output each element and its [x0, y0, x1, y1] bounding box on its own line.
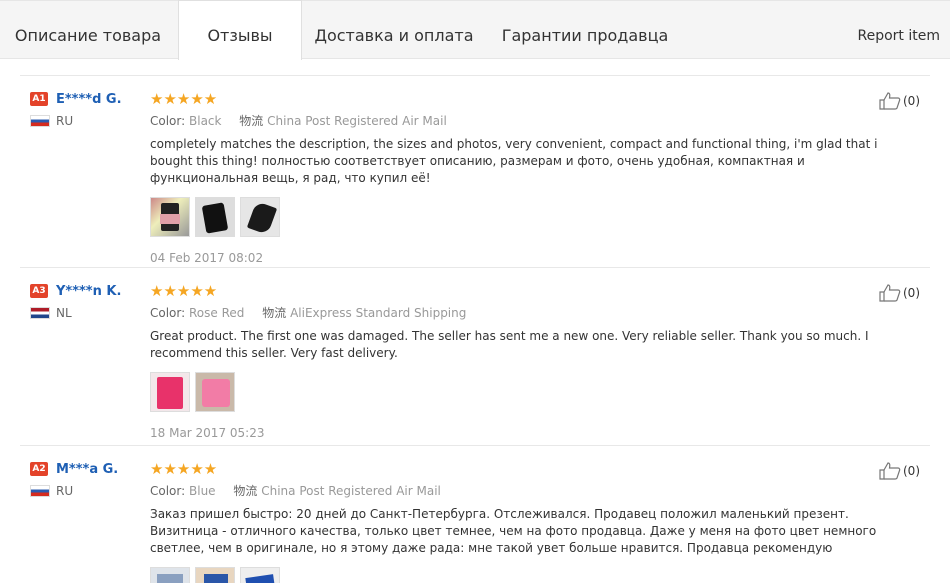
review-photo-thumbnail[interactable]	[150, 197, 190, 237]
reviewer-name[interactable]: E****d G.	[56, 92, 122, 107]
review-photo-thumbnail[interactable]	[150, 372, 190, 412]
color-value: Black	[189, 114, 222, 128]
shipping-label: 物流	[239, 114, 264, 128]
review-photo-thumbnail[interactable]	[195, 372, 235, 412]
review-photos	[150, 567, 890, 583]
review-text: completely matches the description, the …	[150, 137, 878, 185]
reviewer-country: RU	[56, 114, 74, 128]
review-photo-thumbnail[interactable]	[150, 567, 190, 583]
thumbs-up-icon	[879, 284, 901, 302]
report-item-link[interactable]: Report item	[858, 1, 941, 59]
color-label: Color:	[150, 484, 186, 498]
tab-shipping-payment[interactable]: Доставка и оплата	[304, 1, 484, 59]
helpful-count: (0)	[903, 464, 920, 478]
review-date: 04 Feb 2017 08:02	[150, 251, 264, 265]
reviewer-info: A2 M***a G. RU	[30, 460, 118, 498]
star-rating: ★★★★★	[150, 282, 218, 300]
helpful-count: (0)	[903, 286, 920, 300]
review-photo-thumbnail[interactable]	[240, 197, 280, 237]
star-rating: ★★★★★	[150, 90, 218, 108]
review-photo-thumbnail[interactable]	[195, 197, 235, 237]
review-text: Great product. The first one was damaged…	[150, 329, 869, 360]
reviewer-name[interactable]: Y****n K.	[56, 284, 121, 299]
review-photos	[150, 197, 890, 237]
review-item: A1 E****d G. RU ★★★★★ Color: Black 物流 Ch…	[20, 75, 930, 267]
review-photo-thumbnail[interactable]	[195, 567, 235, 583]
helpful-count: (0)	[903, 94, 920, 108]
flag-ru-icon	[30, 485, 50, 497]
tab-description[interactable]: Описание товара	[0, 1, 176, 59]
review-date: 18 Mar 2017 05:23	[150, 426, 265, 440]
review-photos	[150, 372, 890, 412]
helpful-button[interactable]: (0)	[879, 284, 920, 302]
color-value: Rose Red	[189, 306, 245, 320]
reviewer-name[interactable]: M***a G.	[56, 462, 118, 477]
tab-bar: Описание товара Отзывы Доставка и оплата…	[0, 0, 950, 60]
flag-ru-icon	[30, 115, 50, 127]
flag-nl-icon	[30, 307, 50, 319]
helpful-button[interactable]: (0)	[879, 462, 920, 480]
shipping-method: AliExpress Standard Shipping	[290, 306, 467, 320]
helpful-button[interactable]: (0)	[879, 92, 920, 110]
thumbs-up-icon	[879, 462, 901, 480]
reviewer-country: NL	[56, 306, 72, 320]
shipping-label: 物流	[262, 306, 287, 320]
buyer-level-badge: A2	[30, 462, 48, 476]
color-label: Color:	[150, 306, 186, 320]
review-item: A2 M***a G. RU ★★★★★ Color: Blue 物流 Chin…	[20, 445, 930, 583]
shipping-method: China Post Registered Air Mail	[261, 484, 441, 498]
color-label: Color:	[150, 114, 186, 128]
thumbs-up-icon	[879, 92, 901, 110]
color-value: Blue	[189, 484, 216, 498]
tab-reviews[interactable]: Отзывы	[178, 0, 302, 60]
shipping-label: 物流	[233, 484, 258, 498]
review-text: Заказ пришел быстро: 20 дней до Санкт-Пе…	[150, 507, 877, 555]
star-rating: ★★★★★	[150, 460, 218, 478]
reviewer-country: RU	[56, 484, 74, 498]
review-item: A3 Y****n K. NL ★★★★★ Color: Rose Red 物流…	[20, 267, 930, 445]
buyer-level-badge: A1	[30, 92, 48, 106]
review-photo-thumbnail[interactable]	[240, 567, 280, 583]
reviewer-info: A1 E****d G. RU	[30, 90, 122, 128]
shipping-method: China Post Registered Air Mail	[267, 114, 447, 128]
buyer-level-badge: A3	[30, 284, 48, 298]
reviewer-info: A3 Y****n K. NL	[30, 282, 121, 320]
tab-seller-guarantees[interactable]: Гарантии продавца	[490, 1, 680, 59]
